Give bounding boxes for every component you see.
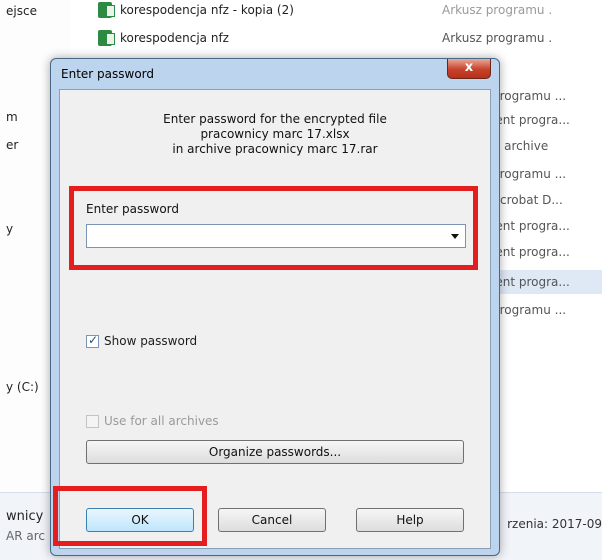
password-field-highlight: [69, 186, 478, 270]
dialog-client-area: Enter password for the encrypted file pr…: [59, 89, 491, 549]
excel-file-icon: [98, 2, 115, 18]
info-line-file: pracownicy marc 17.xlsx: [200, 127, 350, 141]
dialog-title: Enter password: [61, 67, 154, 81]
ok-button-highlight: [53, 486, 207, 546]
close-icon: x: [464, 60, 474, 75]
show-password-checkbox-row[interactable]: Show password: [86, 333, 198, 348]
nav-item[interactable]: er: [6, 138, 18, 152]
dialog-titlebar[interactable]: Enter password x: [51, 59, 499, 89]
nav-item-drive[interactable]: y (C:): [6, 380, 39, 394]
file-name: korespodencja nfz - kopia (2): [120, 3, 294, 17]
show-password-checkbox[interactable]: [86, 333, 99, 348]
file-name: korespodencja nfz: [120, 31, 229, 45]
password-info-text: Enter password for the encrypted file pr…: [60, 112, 490, 157]
use-all-archives-label: Use for all archives: [104, 414, 219, 428]
details-date: rzenia: 2017-09: [507, 517, 602, 531]
show-password-label: Show password: [104, 334, 198, 348]
cancel-button[interactable]: Cancel: [218, 508, 326, 532]
file-type: Arkusz programu ...: [442, 31, 552, 45]
help-button[interactable]: Help: [356, 508, 464, 532]
use-all-archives-checkbox-row: Use for all archives: [86, 414, 219, 428]
file-type: Arkusz programu ...: [442, 3, 552, 17]
use-all-archives-checkbox: [86, 414, 99, 428]
nav-item[interactable]: m: [6, 110, 18, 124]
close-button[interactable]: x: [447, 59, 491, 79]
info-line-archive: in archive pracownicy marc 17.rar: [172, 142, 378, 156]
nav-item[interactable]: y: [6, 222, 13, 236]
nav-item[interactable]: ejsce: [6, 4, 37, 18]
info-line: Enter password for the encrypted file: [163, 112, 387, 126]
excel-file-icon: [98, 30, 115, 46]
enter-password-dialog: Enter password x Enter password for the …: [50, 58, 500, 556]
details-file-name: wnicy: [6, 509, 44, 524]
details-file-type: AR arc: [6, 529, 45, 543]
organize-passwords-button[interactable]: Organize passwords...: [86, 440, 464, 464]
